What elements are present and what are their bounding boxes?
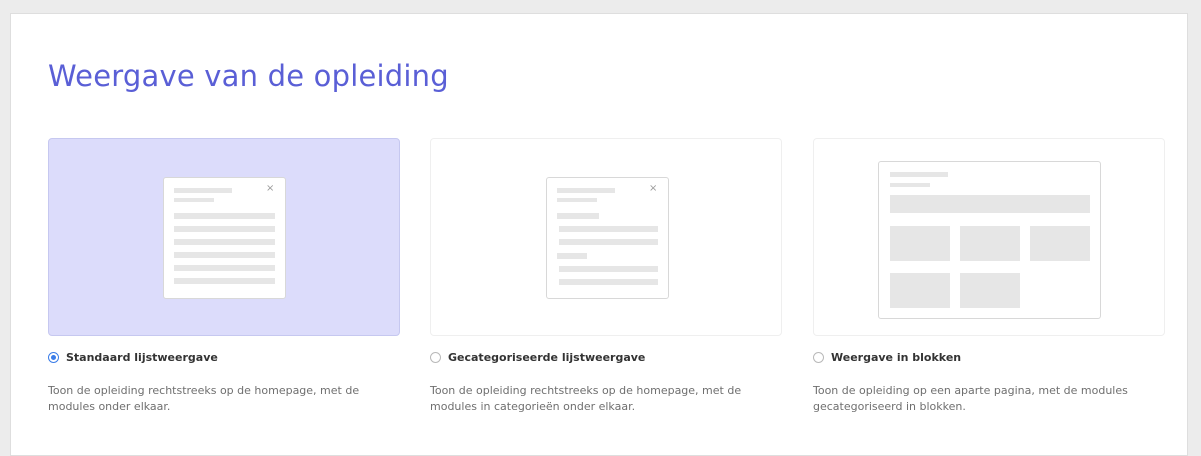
close-icon: × — [649, 183, 658, 194]
option-standard-list: × Standaard lijstweergave Toon de opleid… — [48, 138, 400, 415]
radio-button[interactable] — [48, 352, 59, 363]
option-label: Gecategoriseerde lijstweergave — [448, 351, 646, 364]
layout-card-standard-list[interactable]: × — [48, 138, 400, 336]
close-icon: × — [266, 183, 275, 194]
page-title: Weergave van de opleiding — [48, 59, 449, 93]
option-description: Toon de opleiding rechtstreeks op de hom… — [48, 384, 360, 413]
list-layout-preview-icon: × — [163, 177, 286, 299]
option-label: Standaard lijstweergave — [66, 351, 218, 364]
option-categorized-list: × Gecategoriseerde lijstweergave Toon de… — [430, 138, 782, 415]
option-label: Weergave in blokken — [831, 351, 962, 364]
categorized-list-layout-preview-icon: × — [546, 177, 669, 299]
radio-option-categorized-list[interactable]: Gecategoriseerde lijstweergave — [430, 351, 782, 364]
option-blocks: Weergave in blokken Toon de opleiding op… — [813, 138, 1165, 415]
layout-settings-panel: Weergave van de opleiding × Standaard li… — [10, 13, 1188, 456]
radio-option-blocks[interactable]: Weergave in blokken — [813, 351, 1165, 364]
radio-button[interactable] — [813, 352, 824, 363]
blocks-layout-preview-icon — [878, 161, 1101, 319]
radio-button[interactable] — [430, 352, 441, 363]
radio-option-standard-list[interactable]: Standaard lijstweergave — [48, 351, 400, 364]
option-description: Toon de opleiding rechtstreeks op de hom… — [430, 384, 742, 413]
option-description: Toon de opleiding op een aparte pagina, … — [813, 384, 1128, 413]
layout-card-categorized-list[interactable]: × — [430, 138, 782, 336]
layout-card-blocks[interactable] — [813, 138, 1165, 336]
